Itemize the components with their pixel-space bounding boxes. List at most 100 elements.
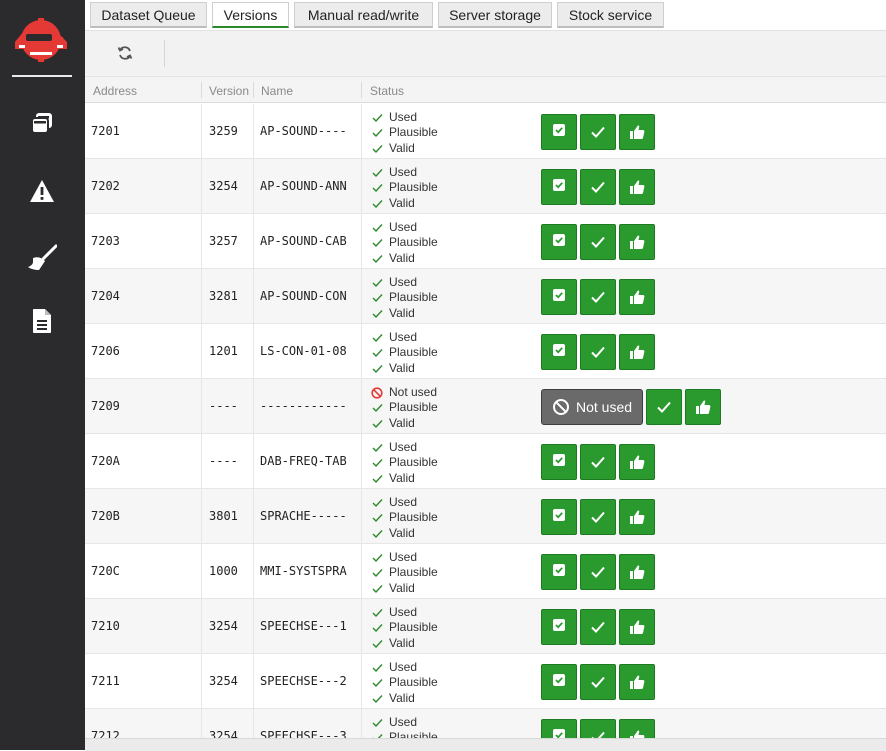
check-icon (371, 662, 383, 674)
table-row[interactable]: 7202 3254 AP-SOUND-ANN Used Plausible Valid (85, 159, 886, 214)
plausible-button[interactable] (580, 444, 616, 480)
plausible-button[interactable] (580, 169, 616, 205)
check-icon (371, 497, 383, 509)
check-icon (371, 607, 383, 619)
status-text: Plausible (389, 235, 438, 250)
version-cell: 3254 (209, 179, 238, 193)
status-line: Valid (371, 251, 438, 266)
plausible-button[interactable] (580, 114, 616, 150)
row-actions (541, 609, 655, 645)
check-icon (371, 442, 383, 454)
table-row[interactable]: 7212 3254 SPEECHSE---3 UsedPlausibleValid (85, 709, 886, 738)
copy-icon[interactable] (27, 108, 57, 138)
used-toggle-button[interactable] (541, 114, 577, 150)
status-line: Plausible (371, 455, 438, 470)
table-row[interactable]: 7203 3257 AP-SOUND-CAB Used Plausible Valid (85, 214, 886, 269)
table-row[interactable]: 720C 1000 MMI-SYSTSPRA Used Plausible Valid (85, 544, 886, 599)
plausible-button[interactable] (580, 334, 616, 370)
used-toggle-button[interactable] (541, 444, 577, 480)
column-header-version[interactable]: Version (209, 84, 249, 98)
used-toggle-button[interactable] (541, 719, 577, 738)
status-text: Plausible (389, 125, 438, 140)
status-text: Valid (389, 580, 415, 595)
tab-dataset-queue[interactable]: Dataset Queue (90, 2, 207, 28)
status-text: Valid (389, 250, 415, 265)
used-toggle-button[interactable] (541, 664, 577, 700)
valid-button[interactable] (619, 609, 655, 645)
bottom-bar (85, 738, 886, 751)
broom-icon[interactable] (27, 243, 57, 273)
table-row[interactable]: 720B 3801 SPRACHE----- Used Plausible Valid (85, 489, 886, 544)
column-divider (253, 214, 254, 268)
used-toggle-button[interactable] (541, 169, 577, 205)
valid-button[interactable] (619, 554, 655, 590)
table-row[interactable]: 7211 3254 SPEECHSE---2 Used Plausible Valid (85, 654, 886, 709)
column-divider (361, 709, 362, 738)
toolbar-separator (164, 40, 165, 67)
used-toggle-button[interactable] (541, 554, 577, 590)
plausible-button[interactable] (580, 554, 616, 590)
valid-button[interactable] (619, 169, 655, 205)
check-icon (371, 363, 383, 375)
check-icon (590, 565, 606, 579)
table-row[interactable]: 7206 1201 LS-CON-01-08 Used Plausible Valid (85, 324, 886, 379)
plausible-button[interactable] (580, 279, 616, 315)
status-line: Plausible (371, 180, 438, 195)
table-row[interactable]: 7204 3281 AP-SOUND-CON Used Plausible Valid (85, 269, 886, 324)
plausible-button[interactable] (646, 389, 683, 425)
used-toggle-button[interactable] (541, 279, 577, 315)
name-cell: AP-SOUND---- (260, 124, 347, 138)
valid-button[interactable] (685, 389, 722, 425)
tab-stock-service[interactable]: Stock service (557, 2, 664, 28)
plausible-button[interactable] (580, 224, 616, 260)
valid-button[interactable] (619, 279, 655, 315)
check-icon (371, 638, 383, 650)
used-toggle-button[interactable] (541, 609, 577, 645)
valid-button[interactable] (619, 499, 655, 535)
status-text: Valid (389, 415, 415, 430)
tab-versions[interactable]: Versions (212, 2, 289, 28)
document-icon[interactable] (27, 306, 57, 336)
status-line: Not used (371, 385, 438, 400)
plausible-button[interactable] (580, 609, 616, 645)
valid-button[interactable] (619, 334, 655, 370)
used-toggle-button[interactable] (541, 224, 577, 260)
address-cell: 7202 (91, 179, 120, 193)
warning-icon[interactable] (27, 176, 57, 206)
table-row[interactable]: 720A ---- DAB-FREQ-TAB Used Plausible Valid (85, 434, 886, 489)
status-text: Plausible (389, 620, 438, 635)
status-line: Valid (371, 691, 438, 706)
table-row[interactable]: 7209 ---- ------------ Not used Plausible Val… (85, 379, 886, 434)
valid-button[interactable] (619, 444, 655, 480)
status-text: Plausible (389, 730, 438, 738)
tab-manual-read-write[interactable]: Manual read/write (294, 2, 433, 28)
column-divider (361, 654, 362, 708)
used-toggle-button[interactable] (541, 499, 577, 535)
table-row[interactable]: 7201 3259 AP-SOUND---- Used Plausible Valid (85, 104, 886, 159)
plausible-button[interactable] (580, 719, 616, 738)
column-header-name[interactable]: Name (261, 84, 293, 98)
status-list: UsedPlausibleValid (371, 330, 438, 376)
valid-button[interactable] (619, 114, 655, 150)
table-row[interactable]: 7210 3254 SPEECHSE---1 Used Plausible Valid (85, 599, 886, 654)
not-used-button[interactable]: Not used (541, 389, 644, 425)
status-text: Used (389, 330, 418, 344)
column-header-address[interactable]: Address (93, 84, 137, 98)
valid-button[interactable] (619, 664, 655, 700)
column-header-status[interactable]: Status (370, 84, 404, 98)
status-text: Valid (389, 635, 415, 650)
column-divider (201, 599, 202, 653)
tab-server-storage[interactable]: Server storage (438, 2, 552, 28)
column-divider (253, 324, 254, 378)
valid-button[interactable] (619, 224, 655, 260)
status-text: Valid (389, 195, 415, 210)
check-icon (371, 253, 383, 265)
column-divider (361, 379, 362, 433)
used-toggle-button[interactable] (541, 334, 577, 370)
refresh-icon[interactable] (115, 43, 135, 63)
plausible-button[interactable] (580, 499, 616, 535)
plausible-button[interactable] (580, 664, 616, 700)
status-list: UsedPlausibleValid (371, 165, 438, 211)
check-icon (371, 418, 383, 430)
valid-button[interactable] (619, 719, 655, 738)
